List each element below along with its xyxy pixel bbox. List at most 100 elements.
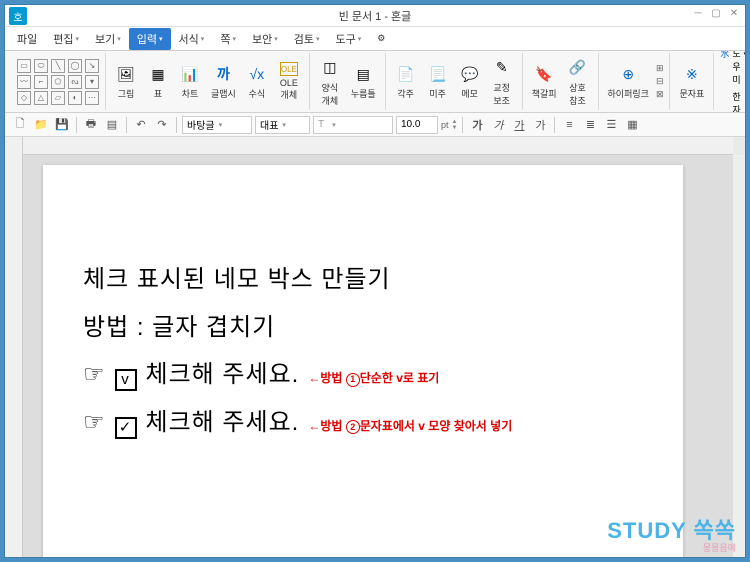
ribbon-correction-button[interactable]: ✎교정 보조 [488,55,516,109]
ribbon-memo-button[interactable]: 💬메모 [456,61,484,102]
menu-format[interactable]: 서식▾ [171,28,213,50]
align-justify-button[interactable]: ▦ [623,116,641,134]
chart-icon: 📊 [179,63,201,85]
open-button[interactable]: 📁 [32,116,50,134]
rep-combo[interactable]: 대표▾ [255,116,310,134]
nuremteul-icon: ▤ [352,63,374,85]
menu-security[interactable]: 보안▾ [244,28,286,50]
menu-customize[interactable]: ⚙ [369,30,393,47]
shape-arrow-icon[interactable]: ↘ [85,59,99,73]
hint-2: ←방법 2문자표에서 v 모양 찾아서 넣기 [308,419,512,433]
pointer-icon: ☞ [83,361,106,388]
shape-curve-icon[interactable]: 〰 [17,75,31,89]
ribbon-bookmark-button[interactable]: 🔖책갈피 [529,61,560,102]
ribbon-char-group: ※문자표 [670,53,714,110]
format-toolbar: 🗋 📁 💾 🖶 ▤ ↶ ↷ 바탕글▾ 대표▾ T▾ 10.0 pt ▲▼ 가 가… [5,113,745,137]
vertical-ruler[interactable] [5,137,23,557]
vertical-scrollbar[interactable] [733,155,745,557]
underline-button[interactable]: 가 [510,116,528,134]
size-down-button[interactable]: ▼ [452,125,458,131]
strike-button[interactable]: 가 [531,116,549,134]
shape-rect-icon[interactable]: ▭ [17,59,31,73]
shape-b5-icon[interactable]: ⋯ [85,91,99,105]
italic-button[interactable]: 가 [489,116,507,134]
ribbon-ref-group: 🔖책갈피 🔗상호 참조 [523,53,599,110]
ribbon-wordart-button[interactable]: 까글맵시 [208,61,239,102]
doc-line-3: ☞ v 체크해 주세요. ←방법 1단순한 v로 표기 [83,350,643,398]
input-helper-button[interactable]: 水입력 도우미▾ [720,51,745,86]
ribbon-nuremteul-button[interactable]: ▤누름틀 [348,61,379,102]
ribbon-chart-button[interactable]: 📊차트 [176,61,204,102]
menu-input[interactable]: 입력▾ [129,28,171,50]
ribbon-munjapy-button[interactable]: ※문자표 [676,61,707,102]
ribbon-ole-button[interactable]: OLEOLE 개체 [275,60,303,103]
shape-more-icon[interactable]: ▾ [85,75,99,89]
shape-rrect-icon[interactable]: ⬭ [34,59,48,73]
menu-file[interactable]: 파일 [9,28,45,50]
correction-icon: ✎ [491,57,513,79]
ribbon-input-helper-group: 水입력 도우미▾ 漢한자 입력▾ [714,53,745,110]
size-combo[interactable]: 10.0 [396,116,438,134]
preview-button[interactable]: ▤ [103,116,121,134]
menu-tools[interactable]: 도구▾ [327,28,369,50]
ribbon-cross-button[interactable]: 🔗상호 참조 [564,55,592,109]
form-icon: ◫ [319,57,341,79]
shape-free-icon[interactable]: ᔓ [68,75,82,89]
menu-edit[interactable]: 편집▾ [45,28,87,50]
ribbon-shapes-group: ▭ ⬭ ╲ ◯ ↘ 〰 ⌐ ⬠ ᔓ ▾ ◇ △ ▱ ◐ ⋯ [11,53,106,110]
horizontal-ruler[interactable] [23,137,733,155]
close-button[interactable]: ✕ [727,8,741,22]
endnote-icon: 📃 [427,63,449,85]
pointer-icon: ☞ [83,409,106,436]
minimize-button[interactable]: ─ [691,8,705,22]
shape-line-icon[interactable]: ╲ [51,59,65,73]
new-doc-button[interactable]: 🗋 [11,116,29,134]
doc-line-4: ☞ ✓ 체크해 주세요. ←방법 2문자표에서 v 모양 찾아서 넣기 [83,398,643,446]
doc-line-2: 방법 : 글자 겹치기 [83,303,643,351]
table-icon: ▦ [147,63,169,85]
save-button[interactable]: 💾 [53,116,71,134]
crossref-icon: 🔗 [567,57,589,79]
ribbon-picture-button[interactable]: 🖼그림 [112,61,140,102]
menu-review[interactable]: 검토▾ [286,28,328,50]
print-button[interactable]: 🖶 [82,116,100,134]
redo-button[interactable]: ↷ [153,116,171,134]
watermark: STUDY 쏙쏙 몽몽음메 [607,513,736,554]
document-viewport[interactable]: 체크 표시된 네모 박스 만들기 방법 : 글자 겹치기 ☞ v 체크해 주세요… [23,155,733,557]
bold-button[interactable]: 가 [468,116,486,134]
ribbon-table-button[interactable]: ▦표 [144,61,172,102]
ribbon-formula-button[interactable]: √x수식 [243,61,271,102]
align-center-button[interactable]: ≣ [581,116,599,134]
shape-b4-icon[interactable]: ◐ [68,91,82,105]
ribbon-miju-button[interactable]: 📃미주 [424,61,452,102]
style-combo[interactable]: 바탕글▾ [182,116,252,134]
font-combo[interactable]: T▾ [313,116,393,134]
ribbon-link-group: ⊕하이퍼링크 ⊞ ⊟ ⊠ [599,53,671,110]
app-window: 호 빈 문서 1 - 혼글 ─ ▢ ✕ 파일 편집▾ 보기▾ 입력▾ 서식▾ 쪽… [4,4,746,558]
ribbon-hyperlink-button[interactable]: ⊕하이퍼링크 [605,61,652,102]
hyperlink-icon: ⊕ [617,63,639,85]
memo-icon: 💬 [459,63,481,85]
ole-icon: OLE [280,62,298,76]
maximize-button[interactable]: ▢ [709,8,723,22]
shape-poly-icon[interactable]: ⬠ [51,75,65,89]
undo-button[interactable]: ↶ [132,116,150,134]
ribbon-style-button[interactable]: ◫양식 개체 [316,55,344,109]
shape-b3-icon[interactable]: ▱ [51,91,65,105]
hanja-input-button[interactable]: 漢한자 입력▾ [720,90,745,113]
menu-view[interactable]: 보기▾ [87,28,129,50]
shape-b1-icon[interactable]: ◇ [17,91,31,105]
doc-line-1: 체크 표시된 네모 박스 만들기 [83,255,643,303]
document-area: 체크 표시된 네모 박스 만들기 방법 : 글자 겹치기 ☞ v 체크해 주세요… [5,137,745,557]
menu-page[interactable]: 쪽▾ [212,28,244,50]
align-left-button[interactable]: ≡ [560,116,578,134]
ribbon-gakju-button[interactable]: 📄각주 [392,61,420,102]
page[interactable]: 체크 표시된 네모 박스 만들기 방법 : 글자 겹치기 ☞ v 체크해 주세요… [43,165,683,557]
shape-oval-icon[interactable]: ◯ [68,59,82,73]
shape-b2-icon[interactable]: △ [34,91,48,105]
shape-conn-icon[interactable]: ⌐ [34,75,48,89]
align-right-button[interactable]: ☰ [602,116,620,134]
ribbon: ▭ ⬭ ╲ ◯ ↘ 〰 ⌐ ⬠ ᔓ ▾ ◇ △ ▱ ◐ ⋯ 🖼그림 [5,51,745,113]
chartable-icon: ※ [681,63,703,85]
app-icon: 호 [9,7,27,25]
